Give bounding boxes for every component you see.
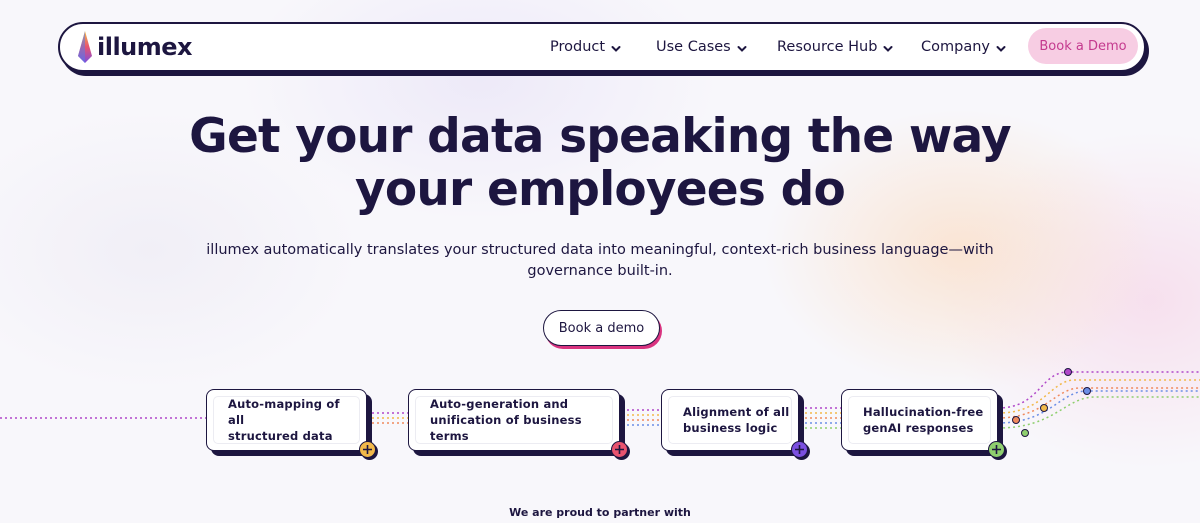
feature-card-label-line: business logic bbox=[683, 421, 778, 435]
feature-card-label-line: genAI responses bbox=[863, 421, 974, 435]
chevron-down-icon bbox=[996, 42, 1006, 52]
feature-card-label: Auto-generation and unification of busin… bbox=[430, 396, 612, 444]
hero-title-line: your employees do bbox=[355, 162, 846, 217]
plus-icon[interactable] bbox=[611, 441, 628, 458]
hero-subtitle: illumex automatically translates your st… bbox=[200, 240, 1000, 282]
feature-card-body: Hallucination-free genAI responses bbox=[849, 397, 990, 443]
top-navigation: illumex Product Use Cases Resource Hub C… bbox=[58, 22, 1146, 72]
plus-icon[interactable] bbox=[359, 441, 376, 458]
feature-card-label-line: Alignment of all bbox=[683, 405, 790, 419]
feature-card-body: Auto-mapping of all structured data bbox=[214, 397, 359, 443]
feature-card-auto-mapping[interactable]: Auto-mapping of all structured data bbox=[206, 389, 376, 458]
nav-item-label: Product bbox=[550, 39, 606, 55]
nav-item-resource-hub[interactable]: Resource Hub bbox=[777, 24, 893, 70]
feature-card-label-line: structured data bbox=[228, 429, 333, 443]
plus-icon[interactable] bbox=[791, 441, 808, 458]
brand-logo[interactable]: illumex bbox=[76, 29, 193, 65]
nav-item-use-cases[interactable]: Use Cases bbox=[656, 24, 747, 70]
hero-title-line: Get your data speaking the way bbox=[189, 109, 1011, 164]
nav-item-company[interactable]: Company bbox=[921, 24, 1006, 70]
feature-card-alignment[interactable]: Alignment of all business logic bbox=[661, 389, 808, 458]
hero-subtitle-line: illumex automatically translates your st… bbox=[206, 242, 994, 258]
feature-card-auto-generation[interactable]: Auto-generation and unification of busin… bbox=[408, 389, 628, 458]
logo-icon bbox=[76, 30, 94, 64]
chevron-down-icon bbox=[611, 42, 621, 52]
feature-card-label-line: Auto-mapping of all bbox=[228, 397, 340, 427]
plus-icon[interactable] bbox=[988, 441, 1005, 458]
nav-item-label: Use Cases bbox=[656, 39, 731, 55]
brand-name: illumex bbox=[97, 33, 193, 61]
chevron-down-icon bbox=[883, 42, 893, 52]
feature-card-label: Alignment of all business logic bbox=[683, 404, 789, 436]
feature-card-label: Hallucination-free genAI responses bbox=[863, 404, 983, 436]
nav-item-product[interactable]: Product bbox=[550, 24, 621, 70]
book-demo-nav-button[interactable]: Book a Demo bbox=[1028, 28, 1138, 64]
chevron-down-icon bbox=[737, 42, 747, 52]
hero-subtitle-line: governance built-in. bbox=[527, 263, 673, 279]
feature-card-label-line: Hallucination-free bbox=[863, 405, 984, 419]
feature-card-label-line: unification of business terms bbox=[430, 413, 582, 443]
nav-item-label: Resource Hub bbox=[777, 39, 878, 55]
book-demo-hero-button[interactable]: Book a demo bbox=[543, 310, 660, 346]
feature-card-body: Alignment of all business logic bbox=[669, 397, 791, 443]
feature-card-label: Auto-mapping of all structured data bbox=[228, 396, 359, 444]
feature-card-label-line: Auto-generation and bbox=[430, 397, 569, 411]
feature-card-hallucination-free[interactable]: Hallucination-free genAI responses bbox=[841, 389, 1005, 458]
nav-item-label: Company bbox=[921, 39, 990, 55]
hero-title: Get your data speaking the way your empl… bbox=[150, 110, 1050, 216]
feature-card-body: Auto-generation and unification of busin… bbox=[416, 397, 612, 443]
partners-heading: We are proud to partner with bbox=[509, 506, 691, 519]
